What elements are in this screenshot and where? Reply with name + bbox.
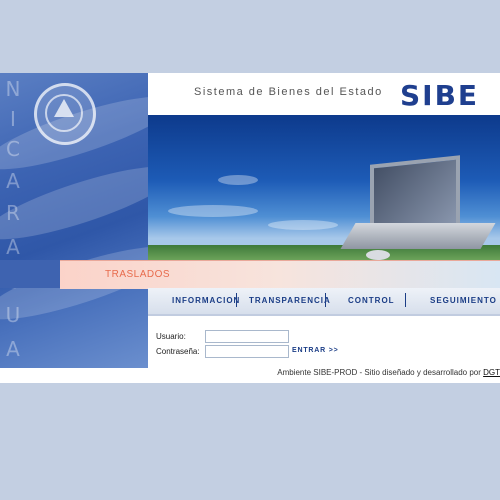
cloud [218, 175, 258, 185]
username-field[interactable] [205, 330, 289, 343]
vertical-letter: A [6, 169, 20, 193]
developer-link[interactable]: DGT [483, 368, 500, 377]
banner-title: TRASLADOS [105, 269, 171, 280]
section-banner: TRASLADOS [0, 260, 500, 289]
mouse-icon [366, 250, 390, 260]
login-form: Usuario: Contraseña: ENTRAR >> [148, 328, 500, 368]
nav-seguimiento[interactable]: SEGUIMIENTO [430, 296, 497, 305]
nav-separator [405, 293, 406, 307]
emblem-icon [34, 83, 96, 145]
password-label: Contraseña: [156, 347, 200, 356]
cloud [168, 205, 258, 217]
main-nav: INFORMACION TRANSPARENCIA CONTROL SEGUIM… [148, 288, 500, 316]
nav-transparencia[interactable]: TRANSPARENCIA [249, 296, 331, 305]
laptop-keyboard [340, 223, 496, 249]
vertical-letter: N [5, 77, 21, 101]
seal-triangle [54, 99, 74, 117]
username-label: Usuario: [156, 332, 186, 341]
vertical-letter: I [10, 107, 16, 131]
vertical-letter: C [6, 137, 20, 161]
vertical-letter: U [5, 303, 21, 327]
nav-control[interactable]: CONTROL [348, 296, 395, 305]
banner-strip: TRASLADOS [60, 260, 500, 289]
hero-image [148, 115, 500, 260]
main-frame: N I C A R A G U A Sistema de Bienes del … [0, 73, 500, 383]
nav-informacion[interactable]: INFORMACION [172, 296, 240, 305]
vertical-letter: A [6, 337, 20, 361]
password-field[interactable] [205, 345, 289, 358]
banner-left-block [0, 260, 60, 288]
sibe-logo: SIBE [400, 79, 480, 112]
header: Sistema de Bienes del Estado SIBE [148, 73, 500, 115]
left-decorative-panel: N I C A R A G U A [0, 73, 148, 368]
nav-separator [325, 293, 326, 307]
vertical-letter: R [6, 201, 20, 225]
nav-separator [236, 293, 237, 307]
site-tagline: Sistema de Bienes del Estado [194, 86, 383, 98]
enter-button[interactable]: ENTRAR >> [292, 347, 339, 354]
cloud [268, 220, 338, 230]
footer: Ambiente SIBE-PROD - Sitio diseñado y de… [148, 368, 500, 383]
vertical-letter: A [6, 235, 20, 259]
footer-text: Ambiente SIBE-PROD - Sitio diseñado y de… [277, 368, 484, 377]
